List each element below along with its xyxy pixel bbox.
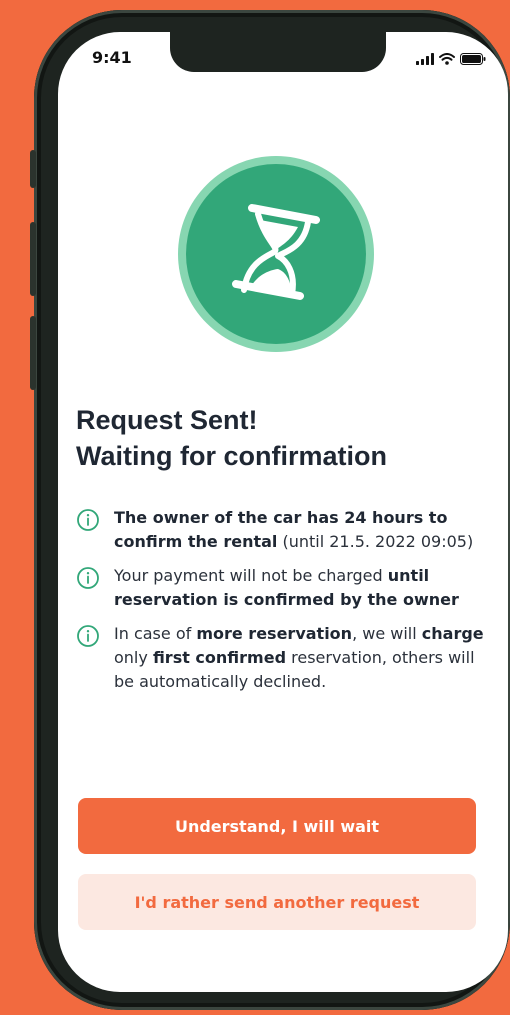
info-text-bold: first confirmed: [152, 648, 287, 667]
phone-frame: 9:41 Request Sent! Waiting for confirmat…: [30, 10, 510, 1010]
app-screen: 9:41 Request Sent! Waiting for confirmat…: [58, 32, 508, 992]
phone-volume-up: [30, 222, 36, 296]
info-item: Your payment will not be charged until r…: [76, 564, 490, 612]
hourglass-icon: [228, 196, 324, 312]
info-text: The owner of the car has 24 hours to con…: [114, 506, 490, 554]
status-time: 9:41: [92, 48, 132, 67]
info-text: In case of more reservation, we will cha…: [114, 622, 490, 694]
info-text-bold: more reservation: [196, 624, 353, 643]
phone-notch: [170, 32, 386, 72]
status-illustration: [178, 156, 374, 352]
info-text-regular: (until 21.5. 2022 09:05): [277, 532, 474, 551]
status-illustration-inner: [186, 164, 366, 344]
info-item: In case of more reservation, we will cha…: [76, 622, 490, 694]
battery-icon: [460, 50, 486, 69]
understand-wait-button[interactable]: Understand, I will wait: [78, 798, 476, 854]
title-line-2: Waiting for confirmation: [76, 441, 387, 471]
info-text-regular: only: [114, 648, 153, 667]
wifi-icon: [439, 50, 455, 69]
info-text-regular: , we will: [352, 624, 422, 643]
info-icon: [76, 566, 100, 594]
send-another-request-button[interactable]: I'd rather send another request: [78, 874, 476, 930]
info-text-bold: charge: [421, 624, 484, 643]
signal-icon: [416, 50, 434, 69]
info-list: The owner of the car has 24 hours to con…: [76, 506, 490, 704]
phone-side-button: [30, 150, 36, 188]
info-icon: [76, 508, 100, 536]
page-title: Request Sent! Waiting for confirmation: [76, 402, 387, 474]
info-text: Your payment will not be charged until r…: [114, 564, 490, 612]
phone-volume-down: [30, 316, 36, 390]
status-icons: [416, 50, 486, 69]
info-text-regular: In case of: [114, 624, 197, 643]
info-text-regular: Your payment will not be charged: [114, 566, 388, 585]
info-item: The owner of the car has 24 hours to con…: [76, 506, 490, 554]
info-icon: [76, 624, 100, 652]
title-line-1: Request Sent!: [76, 405, 258, 435]
